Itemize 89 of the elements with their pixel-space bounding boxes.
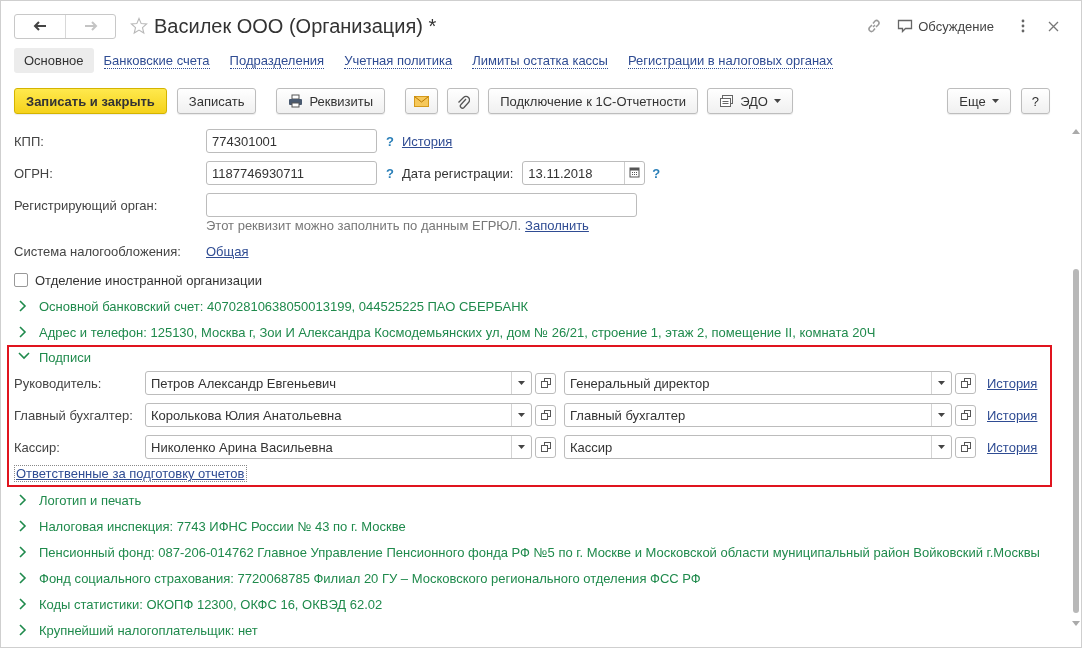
position-field[interactable]: Генеральный директор [564, 371, 952, 395]
arrow-left-icon [33, 20, 47, 32]
overlapping-squares-icon [540, 378, 551, 388]
help-icon[interactable]: ? [386, 133, 394, 149]
field-label: Регистрирующий орган: [14, 197, 159, 213]
chat-icon [897, 19, 914, 33]
field-label: Руководитель: [14, 375, 103, 391]
dropdown-icon[interactable] [938, 381, 945, 385]
overlapping-squares-icon [960, 378, 971, 388]
registering-body-field[interactable] [206, 193, 637, 217]
more-button[interactable]: Еще [947, 88, 1011, 114]
tab[interactable]: Лимиты остатка кассы [462, 47, 618, 73]
tab[interactable]: Основное [14, 47, 94, 73]
open-button[interactable] [955, 372, 976, 394]
open-button[interactable] [535, 372, 556, 394]
section-header[interactable]: Налоговая инспекция: 7743 ИФНС России № 43 по г. Москве [9, 513, 1052, 539]
tax-system-link[interactable]: Общая [206, 243, 249, 259]
section-header[interactable]: Фонд социального страхования: 7720068785 Филиал 20 ГУ – Московского регионального отделения ФСС РФ [9, 565, 1052, 591]
section-header[interactable]: Коды статистики: ОКОПФ 12300, ОКФС 16, ОКВЭД 62.02 [9, 591, 1052, 617]
dropdown-icon[interactable] [518, 381, 525, 385]
section-header[interactable]: Крупнейший налогоплательщик: нет [9, 617, 1052, 643]
history-link[interactable]: История [987, 407, 1038, 423]
open-button[interactable] [955, 436, 976, 458]
section-header[interactable]: Пенсионный фонд: 087-206-014762 Главное Управление Пенсионного фонда РФ №5 по г. Москве и Московской области муниципальный район Войковский г.Москвы [9, 539, 1052, 565]
dropdown-icon[interactable] [938, 445, 945, 449]
save-and-close-button[interactable]: Записать и закрыть [14, 88, 167, 114]
dropdown-icon[interactable] [518, 445, 525, 449]
person-field[interactable]: Королькова Юлия Анатольевна [145, 403, 532, 427]
caret-icon [773, 99, 781, 103]
close-icon[interactable] [1048, 20, 1059, 32]
history-link[interactable]: История [987, 375, 1038, 391]
field-label: Главный бухгалтер: [14, 407, 134, 423]
paperclip-icon [456, 93, 471, 109]
section-header[interactable]: Адрес и телефон: 125130, Москва г, Зои И Александра Космодемьянских ул, дом № 26/21, строение 1, этаж 2, помещение II, комната 20Ч [9, 319, 1052, 345]
position-field[interactable]: Кассир [564, 435, 952, 459]
section-header[interactable]: Логотип и печать [9, 487, 1052, 513]
person-field[interactable]: Петров Александр Евгеньевич [145, 371, 532, 395]
position-field[interactable]: Главный бухгалтер [564, 403, 952, 427]
printer-icon [288, 94, 304, 108]
scroll-up-icon [1072, 129, 1080, 134]
star-icon[interactable] [130, 17, 148, 35]
person-field[interactable]: Николенко Арина Васильевна [145, 435, 532, 459]
ogrn-field[interactable]: 1187746930711 [206, 161, 377, 185]
open-button[interactable] [535, 436, 556, 458]
discussion-button[interactable]: Обсуждение [897, 18, 994, 34]
open-button[interactable] [535, 404, 556, 426]
tab[interactable]: Регистрации в налоговых органах [617, 47, 843, 73]
document-stack-icon [719, 94, 735, 108]
section-header[interactable]: Основной банковский счет: 40702810638050013199, 044525225 ПАО СБЕРБАНК [9, 293, 1052, 319]
help-icon[interactable]: ? [652, 165, 661, 181]
field-label: Система налогообложения: [14, 243, 182, 259]
toolbar-button[interactable]: Реквизиты [276, 88, 386, 114]
toolbar-button[interactable]: Подключение к 1С-Отчетности [488, 88, 699, 114]
open-button[interactable] [955, 404, 976, 426]
overlapping-squares-icon [960, 410, 971, 420]
more-icon[interactable] [1020, 19, 1026, 33]
field-label: Дата регистрации: [401, 165, 514, 181]
tab[interactable]: Учетная политика [334, 47, 463, 73]
help-button[interactable]: ? [1020, 88, 1050, 114]
history-link[interactable]: История [987, 439, 1038, 455]
field-label: КПП: [14, 133, 45, 149]
toolbar-button[interactable]: Записать [176, 88, 257, 114]
checkbox[interactable] [14, 273, 28, 287]
field-label: Кассир: [14, 439, 61, 455]
responsible-link[interactable]: Ответственные за подготовку отчетов [14, 465, 247, 482]
envelope-icon [414, 95, 430, 107]
overlapping-squares-icon [540, 410, 551, 420]
field-label: ОГРН: [14, 165, 54, 181]
window-title: Василек ООО (Организация) * [154, 14, 437, 38]
hint-text: Этот реквизит можно заполнить по данным ЕГРЮЛ. [206, 217, 522, 233]
fill-link[interactable]: Заполнить [525, 217, 589, 233]
kpp-field[interactable]: 774301001 [206, 129, 377, 153]
overlapping-squares-icon [960, 442, 971, 452]
caret-icon [991, 99, 999, 103]
checkbox-label: Отделение иностранной организации [35, 272, 262, 288]
scrollbar-thumb[interactable] [1073, 269, 1079, 613]
section-header[interactable]: Подписи [9, 347, 1050, 367]
date-field[interactable]: 13.11.2018 [522, 161, 646, 185]
attach-button[interactable] [447, 88, 480, 114]
overlapping-squares-icon [540, 442, 551, 452]
tab[interactable]: Подразделения [219, 47, 335, 73]
history-link[interactable]: История [401, 133, 453, 149]
scroll-down-icon [1072, 621, 1080, 626]
tab[interactable]: Банковские счета [93, 47, 220, 73]
edo-button[interactable]: ЭДО [707, 88, 793, 114]
dropdown-icon[interactable] [518, 413, 525, 417]
help-icon[interactable]: ? [386, 165, 394, 181]
dropdown-icon[interactable] [938, 413, 945, 417]
arrow-right-icon [83, 20, 98, 32]
